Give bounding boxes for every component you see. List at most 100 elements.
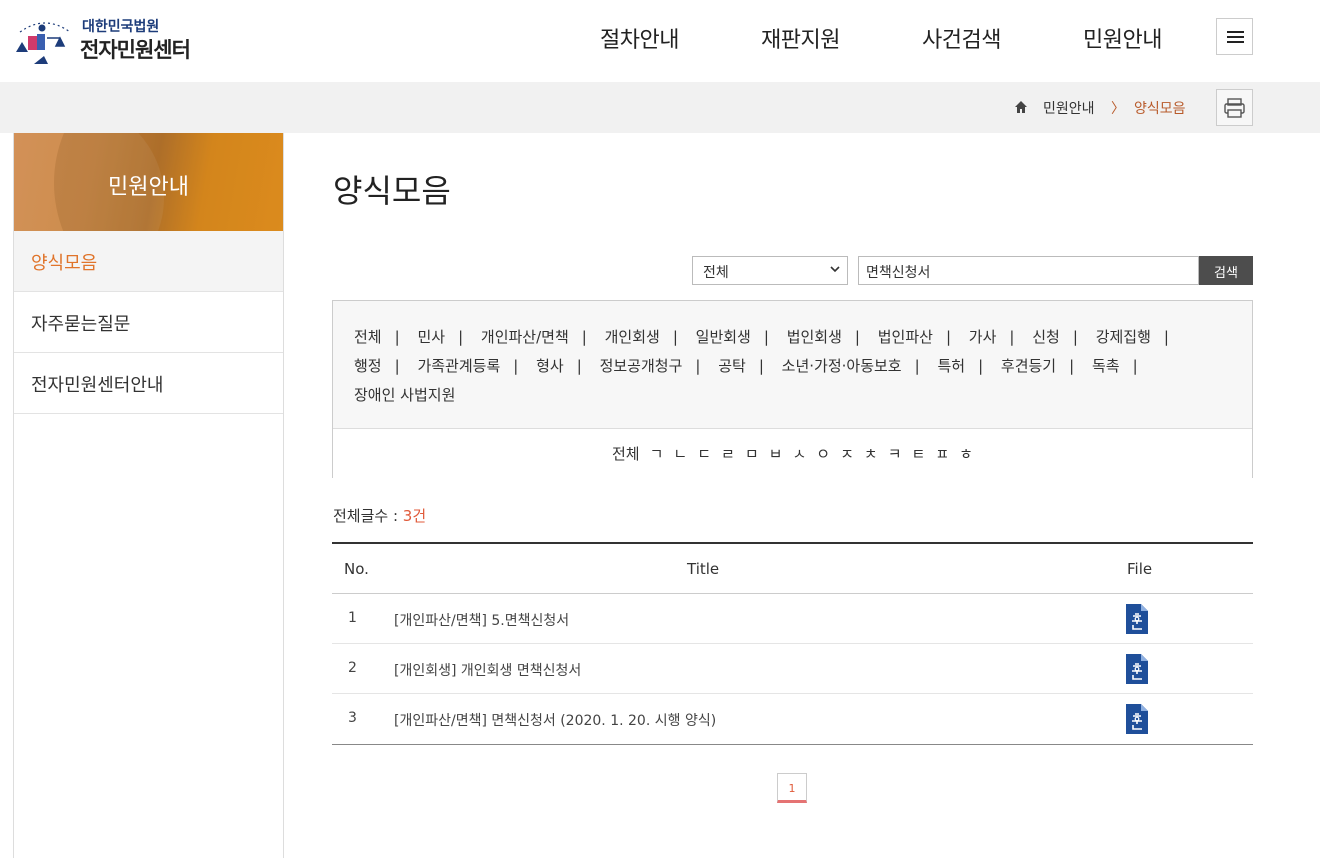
- total-count-value: 3건: [402, 507, 427, 525]
- search-input[interactable]: 면책신청서: [858, 256, 1199, 285]
- category-separator: |: [513, 357, 519, 375]
- hwp-file-icon[interactable]: [1126, 654, 1148, 684]
- category-link[interactable]: 소년·가정·아동보호: [782, 357, 902, 375]
- home-icon[interactable]: [1014, 100, 1028, 114]
- column-header-file: File: [1127, 560, 1153, 578]
- consonant-filter[interactable]: ㅊ: [864, 445, 878, 463]
- consonant-filter[interactable]: ㄱ: [650, 445, 664, 463]
- consonant-filter[interactable]: ㅁ: [745, 445, 759, 463]
- sidebar: 민원안내 양식모음 자주묻는질문 전자민원센터안내: [13, 133, 284, 858]
- pagination-page-1[interactable]: 1: [777, 773, 807, 803]
- category-link[interactable]: 가사: [969, 328, 997, 346]
- hwp-file-icon[interactable]: [1126, 604, 1148, 634]
- category-link[interactable]: 민사: [417, 328, 445, 346]
- breadcrumb: 민원안내 〉 양식모음: [0, 82, 1320, 133]
- breadcrumb-item-civil-service[interactable]: 민원안내: [1043, 98, 1095, 118]
- category-link[interactable]: 신청: [1032, 328, 1060, 346]
- category-link[interactable]: 법인회생: [787, 328, 842, 346]
- category-link[interactable]: 형사: [536, 357, 564, 375]
- consonant-filter[interactable]: ㅇ: [816, 445, 830, 463]
- consonant-filter[interactable]: ㅂ: [769, 445, 783, 463]
- sidebar-item-center-info[interactable]: 전자민원센터안내: [14, 353, 283, 414]
- sidebar-item-forms[interactable]: 양식모음: [14, 231, 283, 292]
- consonant-filter[interactable]: ㅈ: [840, 445, 854, 463]
- table-body: 1 [개인파산/면책] 5.면책신청서 2 [개인회생] 개인회생 면책신청서 3 [개인…: [332, 594, 1253, 744]
- search-button[interactable]: 검색: [1199, 256, 1253, 285]
- column-header-no: No.: [344, 560, 369, 578]
- sidebar-item-faq[interactable]: 자주묻는질문: [14, 292, 283, 353]
- category-link[interactable]: 공탁: [718, 357, 746, 375]
- nav-procedure[interactable]: 절차안내: [600, 22, 679, 54]
- total-count: 전체글수 : 3건: [333, 505, 426, 526]
- column-header-title: Title: [687, 560, 720, 578]
- logo-subtitle: 대한민국법원: [82, 19, 160, 35]
- table-row: 2 [개인회생] 개인회생 면책신청서: [332, 644, 1253, 694]
- consonant-filter[interactable]: ㄹ: [721, 445, 735, 463]
- category-link[interactable]: 가족관계등록: [417, 357, 500, 375]
- category-link[interactable]: 행정: [354, 357, 382, 375]
- category-link[interactable]: 일반회생: [696, 328, 751, 346]
- sidebar-title: 민원안내: [108, 175, 189, 200]
- category-separator: |: [914, 357, 920, 375]
- nav-trial-support[interactable]: 재판지원: [761, 22, 840, 54]
- consonant-filter[interactable]: ㅍ: [935, 445, 949, 463]
- row-number: 2: [348, 660, 357, 676]
- consonant-filter[interactable]: 전체: [612, 445, 640, 463]
- category-link[interactable]: 특허: [937, 357, 965, 375]
- category-separator: |: [672, 328, 678, 346]
- consonant-filter[interactable]: ㄴ: [673, 445, 687, 463]
- category-separator: |: [695, 357, 701, 375]
- consonant-filter[interactable]: ㅎ: [959, 445, 973, 463]
- category-separator: |: [945, 328, 952, 346]
- row-title-link[interactable]: [개인회생] 개인회생 면책신청서: [394, 660, 581, 680]
- breadcrumb-separator: 〉: [1111, 101, 1125, 117]
- hamburger-icon: [1227, 31, 1244, 33]
- category-link[interactable]: 전체: [354, 328, 382, 346]
- print-button[interactable]: [1216, 89, 1253, 126]
- category-separator: |: [458, 328, 464, 346]
- category-link[interactable]: 후견등기: [1001, 357, 1056, 375]
- category-separator: |: [394, 328, 400, 346]
- category-link[interactable]: 강제집행: [1096, 328, 1151, 346]
- hamburger-menu-button[interactable]: [1216, 18, 1253, 55]
- table-row: 1 [개인파산/면책] 5.면책신청서: [332, 594, 1253, 644]
- court-emblem-icon: [16, 22, 71, 64]
- category-link[interactable]: 독촉: [1092, 357, 1120, 375]
- row-number: 3: [348, 710, 357, 726]
- category-separator: |: [1132, 357, 1138, 375]
- total-label: 전체글수 :: [333, 507, 403, 525]
- site-header: 대한민국법원 전자민원센터 절차안내 재판지원 사건검색 민원안내: [0, 0, 1320, 82]
- category-filter-box: 전체 | 민사 | 개인파산/면책 | 개인회생 | 일반회생 | 법인회생 | 법인파산 |…: [332, 300, 1253, 478]
- category-separator: |: [763, 328, 769, 346]
- page-title: 양식모음: [333, 172, 451, 210]
- category-separator: |: [576, 357, 582, 375]
- row-title-link[interactable]: [개인파산/면책] 면책신청서 (2020. 1. 20. 시행 양식): [394, 710, 716, 730]
- chevron-down-icon: [830, 266, 840, 273]
- site-logo[interactable]: 대한민국법원 전자민원센터: [14, 10, 214, 68]
- forms-table: No. Title File 1 [개인파산/면책] 5.면책신청서 2 [개인회생]…: [332, 542, 1253, 745]
- consonant-filter[interactable]: ㅌ: [912, 445, 926, 463]
- table-row: 3 [개인파산/면책] 면책신청서 (2020. 1. 20. 시행 양식): [332, 694, 1253, 744]
- nav-case-search[interactable]: 사건검색: [922, 22, 1001, 54]
- category-link[interactable]: 개인회생: [605, 328, 660, 346]
- search-category-select[interactable]: 전체: [692, 256, 848, 285]
- consonant-filter[interactable]: ㄷ: [697, 445, 711, 463]
- consonant-filter[interactable]: ㅋ: [888, 445, 902, 463]
- category-separator: |: [1072, 328, 1078, 346]
- category-separator: |: [1069, 357, 1075, 375]
- row-number: 1: [348, 610, 357, 626]
- consonant-filter[interactable]: ㅅ: [792, 445, 806, 463]
- sidebar-header: 민원안내: [14, 133, 283, 231]
- nav-civil-service[interactable]: 민원안내: [1083, 22, 1162, 54]
- category-separator: |: [978, 357, 984, 375]
- row-title-link[interactable]: [개인파산/면책] 5.면책신청서: [394, 610, 569, 630]
- breadcrumb-item-forms[interactable]: 양식모음: [1134, 98, 1186, 118]
- category-link[interactable]: 법인파산: [878, 328, 933, 346]
- category-link[interactable]: 장애인 사법지원: [354, 386, 455, 404]
- hwp-file-icon[interactable]: [1126, 704, 1148, 734]
- printer-icon: [1224, 98, 1245, 118]
- category-link[interactable]: 개인파산/면책: [481, 328, 569, 346]
- category-list: 전체 | 민사 | 개인파산/면책 | 개인회생 | 일반회생 | 법인회생 | 법인파산 |…: [354, 323, 1234, 410]
- category-link[interactable]: 정보공개청구: [600, 357, 683, 375]
- category-separator: |: [394, 357, 400, 375]
